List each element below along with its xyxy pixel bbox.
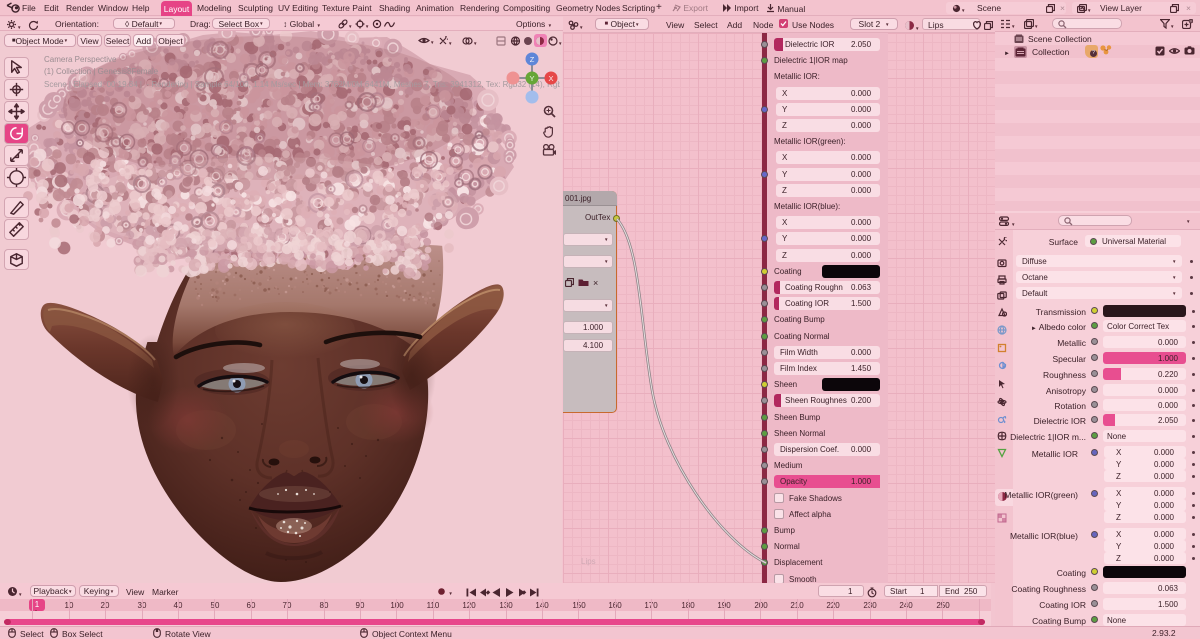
svg-text:Y: Y <box>529 74 534 83</box>
svg-text:X: X <box>548 74 553 83</box>
svg-text:Z: Z <box>530 55 535 64</box>
